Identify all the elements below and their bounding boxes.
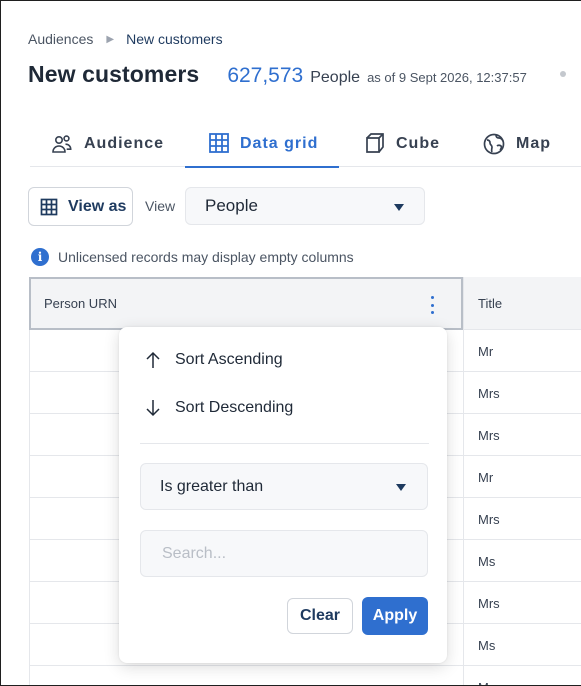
info-icon: i — [31, 248, 49, 266]
column-header-label: Title — [478, 296, 503, 311]
audience-count: 627,573 — [227, 64, 304, 87]
apply-button[interactable]: Apply — [362, 597, 428, 635]
column-menu-icon[interactable] — [426, 295, 438, 315]
audience-icon — [52, 135, 72, 153]
app-window: Audiences ▶ New customers New customers … — [0, 0, 581, 686]
cell-title: Ms — [463, 540, 581, 582]
cell-title: Mr — [463, 456, 581, 498]
arrow-down-icon — [146, 400, 160, 417]
chevron-down-icon — [394, 204, 404, 211]
table-row[interactable]: 115789 Mr — [29, 666, 581, 685]
status-dot-icon — [560, 71, 566, 77]
sort-descending-option[interactable]: Sort Descending — [145, 399, 293, 417]
filter-operator-value: Is greater than — [160, 477, 264, 495]
divider — [140, 443, 429, 444]
view-select-value: People — [205, 196, 258, 215]
cell-title: Ms — [463, 624, 581, 666]
chevron-down-icon — [396, 484, 406, 491]
column-header-person-urn[interactable]: Person URN — [29, 277, 463, 330]
column-header-title[interactable]: Title — [463, 277, 581, 330]
tab-cube[interactable]: Cube — [364, 127, 440, 167]
tab-data-grid[interactable]: Data grid — [185, 127, 340, 168]
breadcrumb-current: New customers — [126, 31, 223, 47]
grid-icon — [40, 198, 58, 215]
column-menu-popup: Sort Ascending Sort Descending Is greate… — [119, 327, 447, 663]
cell-title: Mr — [463, 330, 581, 372]
info-banner: i Unlicensed records may display empty c… — [31, 248, 354, 266]
view-tabs: Audience Data grid Cube Map — [30, 127, 581, 168]
grid-icon — [209, 133, 229, 153]
arrow-up-icon — [146, 351, 160, 368]
grid-header: Person URN Title — [29, 277, 581, 330]
tab-map[interactable]: Map — [482, 127, 551, 167]
globe-icon — [483, 133, 505, 155]
cube-icon — [366, 133, 384, 153]
filter-search-input[interactable] — [140, 530, 428, 577]
info-message: Unlicensed records may display empty col… — [58, 249, 354, 265]
page-header: New customers 627,573 People as of 9 Sep… — [28, 61, 527, 88]
view-as-label: View as — [68, 197, 127, 215]
tab-cube-label: Cube — [396, 135, 440, 152]
tab-data-grid-label: Data grid — [240, 135, 319, 152]
cell-person-urn: 115789 — [29, 666, 463, 685]
cell-title: Mrs — [463, 372, 581, 414]
cell-title: Mr — [463, 666, 581, 685]
tab-audience[interactable]: Audience — [50, 127, 164, 167]
tab-audience-label: Audience — [84, 135, 165, 152]
sort-descending-label: Sort Descending — [175, 399, 294, 416]
breadcrumb-separator-icon: ▶ — [106, 33, 115, 45]
audience-count-unit: People — [310, 69, 361, 86]
sort-ascending-option[interactable]: Sort Ascending — [145, 351, 283, 369]
as-of-timestamp: as of 9 Sept 2026, 12:37:57 — [367, 70, 527, 85]
breadcrumb-audiences[interactable]: Audiences — [28, 31, 93, 47]
breadcrumb: Audiences ▶ New customers — [28, 31, 223, 47]
tab-map-label: Map — [516, 135, 551, 152]
filter-operator-select[interactable]: Is greater than — [140, 463, 428, 510]
column-header-label: Person URN — [44, 296, 117, 311]
cell-title: Mrs — [463, 498, 581, 540]
cell-title: Mrs — [463, 582, 581, 624]
cell-title: Mrs — [463, 414, 581, 456]
view-select[interactable]: People — [185, 187, 425, 225]
view-label: View — [145, 198, 176, 214]
clear-button[interactable]: Clear — [287, 598, 353, 634]
sort-ascending-label: Sort Ascending — [175, 351, 283, 368]
page-title: New customers — [28, 61, 200, 87]
view-as-button[interactable]: View as — [28, 187, 133, 226]
